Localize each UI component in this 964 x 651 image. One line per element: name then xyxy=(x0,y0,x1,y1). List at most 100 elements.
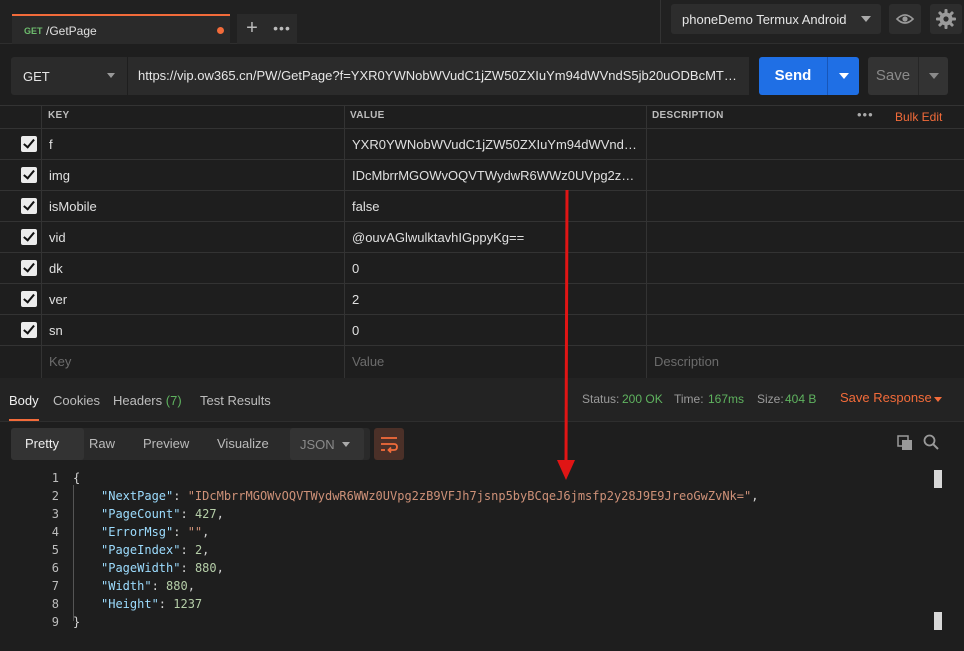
method-select[interactable]: GET xyxy=(11,57,127,95)
response-body-editor[interactable]: 1 2 3 4 5 6 7 8 9 { "NextPage": "IDcMbrr… xyxy=(11,468,946,638)
line-number: 4 xyxy=(51,525,59,539)
send-button[interactable]: Send xyxy=(759,57,827,95)
param-key[interactable]: isMobile xyxy=(49,199,97,214)
scrollbar-thumb[interactable] xyxy=(934,612,942,630)
view-raw[interactable]: Raw xyxy=(89,436,115,451)
json-key: "NextPage" xyxy=(101,489,174,503)
format-label: JSON xyxy=(300,437,335,452)
url-input[interactable]: https://vip.ow365.cn/PW/GetPage?f=YXR0YW… xyxy=(127,57,749,95)
status-value: 200 OK xyxy=(622,392,663,406)
json-key: "PageCount" xyxy=(101,507,181,521)
copy-icon[interactable] xyxy=(897,435,913,451)
param-value[interactable]: 0 xyxy=(352,261,640,276)
json-brace: } xyxy=(73,615,81,629)
tab-headers[interactable]: Headers (7) xyxy=(113,393,182,408)
new-value-input[interactable]: Value xyxy=(352,354,640,369)
json-brace: { xyxy=(73,471,81,485)
tab-method: GET xyxy=(24,26,43,36)
chevron-down-icon xyxy=(107,73,115,78)
param-key[interactable]: dk xyxy=(49,261,63,276)
view-pretty[interactable]: Pretty xyxy=(25,436,59,451)
json-key: "PageWidth" xyxy=(101,561,181,575)
table-row: vid @ouvAGlwulktavhIGppyKg== xyxy=(0,222,964,253)
param-checkbox[interactable] xyxy=(21,167,37,183)
search-icon[interactable] xyxy=(923,434,939,450)
param-checkbox[interactable] xyxy=(21,260,37,276)
json-value: 1237 xyxy=(173,597,203,611)
table-row: dk 0 xyxy=(0,253,964,284)
active-tab-indicator xyxy=(9,419,39,421)
tab-options-button[interactable]: ••• xyxy=(267,14,297,44)
view-visualize[interactable]: Visualize xyxy=(217,436,269,451)
table-row: sn 0 xyxy=(0,315,964,346)
size-value: 404 B xyxy=(785,392,817,406)
eye-icon xyxy=(895,14,915,24)
table-row: img IDcMbrrMGOWvOQVTWydwR6WWz0UVpg2zB9VF… xyxy=(0,160,964,191)
save-button[interactable]: Save xyxy=(868,57,918,95)
param-value[interactable]: @ouvAGlwulktavhIGppyKg== xyxy=(352,230,640,245)
new-key-input[interactable]: Key xyxy=(49,354,71,369)
json-key: "Height" xyxy=(101,597,159,611)
new-tab-button[interactable]: + xyxy=(237,14,267,44)
param-checkbox[interactable] xyxy=(21,322,37,338)
new-description-input[interactable]: Description xyxy=(654,354,719,369)
settings-button[interactable] xyxy=(930,4,962,34)
save-options-button[interactable] xyxy=(918,57,948,95)
param-key[interactable]: sn xyxy=(49,323,63,338)
request-tab[interactable]: GET /GetPage xyxy=(12,14,230,44)
wrap-icon xyxy=(381,437,398,454)
json-line: "Height": 1237 xyxy=(101,597,203,611)
chevron-down-icon[interactable] xyxy=(934,397,942,402)
param-checkbox[interactable] xyxy=(21,136,37,152)
top-bar: GET /GetPage + ••• phoneDemo Termux Andr… xyxy=(0,0,964,44)
line-number: 9 xyxy=(51,615,59,629)
params-header: KEY VALUE DESCRIPTION ••• Bulk Edit xyxy=(0,105,964,129)
tab-cookies[interactable]: Cookies xyxy=(53,393,100,408)
tab-name: /GetPage xyxy=(46,24,97,38)
param-value[interactable]: 0 xyxy=(352,323,640,338)
json-value: "" xyxy=(187,525,203,539)
value-column-header: VALUE xyxy=(350,110,385,121)
json-value: 427 xyxy=(194,507,217,521)
bulk-edit-button[interactable]: Bulk Edit xyxy=(895,110,942,124)
json-line: "PageIndex": 2, xyxy=(101,543,210,557)
gear-icon xyxy=(936,9,956,29)
view-preview[interactable]: Preview xyxy=(143,436,189,451)
status-label: Status: xyxy=(582,392,620,406)
line-number: 6 xyxy=(51,561,59,575)
json-key: "ErrorMsg" xyxy=(101,525,174,539)
json-line: "NextPage": "IDcMbrrMGOWvOQVTWydwR6WWz0U… xyxy=(101,489,759,503)
param-key[interactable]: ver xyxy=(49,292,67,307)
save-response-button[interactable]: Save Response xyxy=(840,390,932,405)
param-checkbox[interactable] xyxy=(21,229,37,245)
wrap-lines-button[interactable] xyxy=(374,428,404,460)
param-checkbox[interactable] xyxy=(21,291,37,307)
param-value[interactable]: 2 xyxy=(352,292,640,307)
json-key: "Width" xyxy=(101,579,152,593)
key-column-header: KEY xyxy=(48,110,70,121)
param-value[interactable]: IDcMbrrMGOWvOQVTWydwR6WWz0UVpg2zB9VF... xyxy=(352,168,640,183)
tab-test-results[interactable]: Test Results xyxy=(200,393,271,408)
scrollbar-thumb[interactable] xyxy=(934,470,942,488)
environment-select[interactable]: phoneDemo Termux Android xyxy=(671,4,881,34)
param-value[interactable]: YXR0YWNobWVudC1jZW50ZXIuYm94dWVndS5jb... xyxy=(352,137,640,152)
divider xyxy=(660,0,661,44)
time-value: 167ms xyxy=(708,392,745,406)
param-key[interactable]: f xyxy=(49,137,53,152)
json-line: "Width": 880, xyxy=(101,579,195,593)
format-select[interactable]: JSON xyxy=(290,428,364,460)
method-label: GET xyxy=(23,69,50,84)
json-line: "ErrorMsg": "", xyxy=(101,525,210,539)
param-key[interactable]: vid xyxy=(49,230,66,245)
json-key: "PageIndex" xyxy=(101,543,181,557)
more-options-icon[interactable]: ••• xyxy=(857,107,874,122)
chevron-down-icon xyxy=(342,442,350,447)
environment-quick-look-button[interactable] xyxy=(889,4,921,34)
time-label: Time: xyxy=(674,392,704,406)
param-key[interactable]: img xyxy=(49,168,70,183)
param-value[interactable]: false xyxy=(352,199,640,214)
tab-body[interactable]: Body xyxy=(9,393,39,408)
param-checkbox[interactable] xyxy=(21,198,37,214)
send-options-button[interactable] xyxy=(827,57,859,95)
table-row: ver 2 xyxy=(0,284,964,315)
